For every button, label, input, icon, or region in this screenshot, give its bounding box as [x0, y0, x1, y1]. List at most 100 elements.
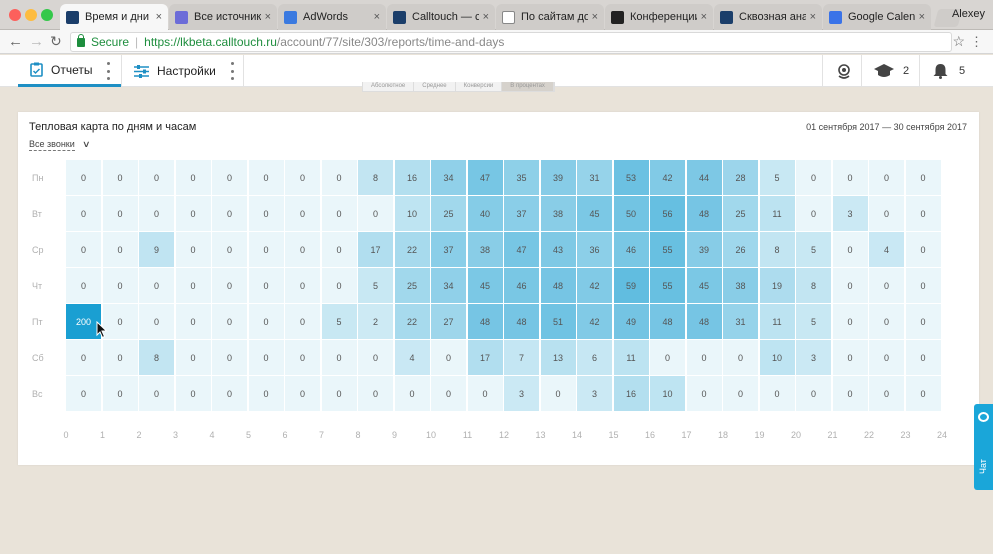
close-tab-icon[interactable]: ×: [156, 11, 162, 23]
heatmap-cell[interactable]: 8: [139, 340, 174, 375]
heatmap-cell[interactable]: 0: [66, 160, 101, 195]
heatmap-cell[interactable]: 0: [285, 376, 320, 411]
heatmap-cell[interactable]: 0: [175, 268, 211, 303]
browser-tab[interactable]: Конференции ×: [605, 4, 713, 30]
heatmap-cell[interactable]: 48: [540, 268, 576, 303]
heatmap-cell[interactable]: 28: [723, 160, 758, 195]
heatmap-cell[interactable]: 0: [139, 196, 174, 231]
heatmap-cell[interactable]: 0: [905, 196, 941, 231]
heatmap-cell[interactable]: 43: [540, 232, 576, 267]
browser-menu-icon[interactable]: ⋮: [970, 34, 983, 50]
reports-more-icon[interactable]: [106, 62, 110, 80]
heatmap-cell[interactable]: 48: [650, 304, 685, 339]
heatmap-cell[interactable]: 38: [723, 268, 758, 303]
heatmap-cell[interactable]: 0: [832, 340, 868, 375]
heatmap-cell[interactable]: 3: [504, 376, 539, 411]
heatmap-cell[interactable]: 0: [102, 340, 138, 375]
heatmap-cell[interactable]: 3: [796, 340, 831, 375]
heatmap-cell[interactable]: 5: [358, 268, 393, 303]
heatmap-cell[interactable]: 0: [686, 376, 722, 411]
heatmap-cell[interactable]: 0: [832, 268, 868, 303]
heatmap-cell[interactable]: 17: [467, 340, 503, 375]
heatmap-cell[interactable]: 0: [139, 304, 174, 339]
heatmap-cell[interactable]: 42: [577, 304, 612, 339]
display-mode-toggle[interactable]: Абсолютное Среднее Конверсии В процентах: [362, 82, 555, 92]
heatmap-cell[interactable]: 51: [540, 304, 576, 339]
heatmap-cell[interactable]: 56: [650, 196, 685, 231]
heatmap-cell[interactable]: 59: [613, 268, 649, 303]
close-tab-icon[interactable]: ×: [592, 11, 598, 23]
heatmap-cell[interactable]: 26: [723, 232, 758, 267]
bookmark-star-icon[interactable]: ☆: [952, 33, 965, 50]
heatmap-cell[interactable]: 37: [431, 232, 466, 267]
heatmap-cell[interactable]: 0: [212, 304, 247, 339]
url-bar[interactable]: Secure | https://lkbeta.calltouch.ru /ac…: [70, 32, 952, 52]
heatmap-cell[interactable]: 0: [869, 268, 904, 303]
browser-tab[interactable]: Сквозная ана ×: [714, 4, 822, 30]
heatmap-cell[interactable]: 19: [759, 268, 795, 303]
heatmap-cell[interactable]: 0: [905, 376, 941, 411]
heatmap-cell[interactable]: 0: [723, 376, 758, 411]
heatmap-cell[interactable]: 48: [686, 196, 722, 231]
browser-tab[interactable]: Все источники ×: [169, 4, 277, 30]
heatmap-cell[interactable]: 0: [248, 160, 284, 195]
chevron-down-icon[interactable]: ∨: [82, 139, 91, 150]
heatmap-cell[interactable]: 0: [686, 340, 722, 375]
heatmap-cell[interactable]: 0: [285, 196, 320, 231]
heatmap-cell[interactable]: 0: [905, 340, 941, 375]
heatmap-cell[interactable]: 11: [759, 196, 795, 231]
heatmap-cell[interactable]: 4: [869, 232, 904, 267]
forward-arrow-icon[interactable]: →: [29, 33, 44, 50]
heatmap-cell[interactable]: 0: [212, 340, 247, 375]
heatmap-cell[interactable]: 8: [796, 268, 831, 303]
heatmap-cell[interactable]: 0: [723, 340, 758, 375]
browser-user-name[interactable]: Alexey: [952, 8, 985, 20]
heatmap-cell[interactable]: 0: [175, 376, 211, 411]
heatmap-cell[interactable]: 0: [248, 304, 284, 339]
heatmap-cell[interactable]: 16: [613, 376, 649, 411]
heatmap-cell[interactable]: 0: [358, 196, 393, 231]
heatmap-cell[interactable]: 45: [577, 196, 612, 231]
education-button[interactable]: 2: [874, 55, 909, 87]
heatmap-cell[interactable]: 6: [577, 340, 612, 375]
heatmap-cell[interactable]: 0: [832, 232, 868, 267]
heatmap-cell[interactable]: 0: [905, 268, 941, 303]
heatmap-cell[interactable]: 0: [796, 196, 831, 231]
heatmap-cell[interactable]: 0: [394, 376, 430, 411]
heatmap-cell[interactable]: 31: [723, 304, 758, 339]
heatmap-cell[interactable]: 22: [394, 304, 430, 339]
back-arrow-icon[interactable]: ←: [8, 33, 23, 50]
heatmap-cell[interactable]: 0: [66, 376, 101, 411]
heatmap-cell[interactable]: 0: [905, 160, 941, 195]
heatmap-cell[interactable]: 36: [577, 232, 612, 267]
settings-more-icon[interactable]: [230, 62, 234, 80]
heatmap-cell[interactable]: 0: [905, 304, 941, 339]
heatmap-cell[interactable]: 38: [540, 196, 576, 231]
heatmap-cell[interactable]: 0: [321, 376, 357, 411]
heatmap-cell[interactable]: 0: [285, 268, 320, 303]
heatmap-cell[interactable]: 0: [175, 340, 211, 375]
heatmap-cell[interactable]: 34: [431, 160, 466, 195]
heatmap-cell[interactable]: 11: [759, 304, 795, 339]
heatmap-cell[interactable]: 0: [212, 268, 247, 303]
close-window-button[interactable]: [9, 9, 21, 21]
heatmap-cell[interactable]: 0: [175, 196, 211, 231]
heatmap-cell[interactable]: 40: [467, 196, 503, 231]
toggle-percent[interactable]: В процентах: [502, 82, 554, 91]
heatmap-cell[interactable]: 0: [796, 376, 831, 411]
heatmap-cell[interactable]: 4: [394, 340, 430, 375]
heatmap-cell[interactable]: 0: [102, 268, 138, 303]
heatmap-cell[interactable]: 0: [248, 376, 284, 411]
heatmap-cell[interactable]: 5: [759, 160, 795, 195]
heatmap-cell[interactable]: 34: [431, 268, 466, 303]
heatmap-cell[interactable]: 47: [467, 160, 503, 195]
heatmap-cell[interactable]: 0: [102, 160, 138, 195]
heatmap-cell[interactable]: 47: [504, 232, 539, 267]
heatmap-cell[interactable]: 0: [102, 196, 138, 231]
heatmap-cell[interactable]: 50: [613, 196, 649, 231]
browser-tab[interactable]: По сайтам до ×: [496, 4, 604, 30]
close-tab-icon[interactable]: ×: [483, 11, 489, 23]
heatmap-cell[interactable]: 10: [394, 196, 430, 231]
heatmap-cell[interactable]: 39: [686, 232, 722, 267]
heatmap-cell[interactable]: 0: [759, 376, 795, 411]
